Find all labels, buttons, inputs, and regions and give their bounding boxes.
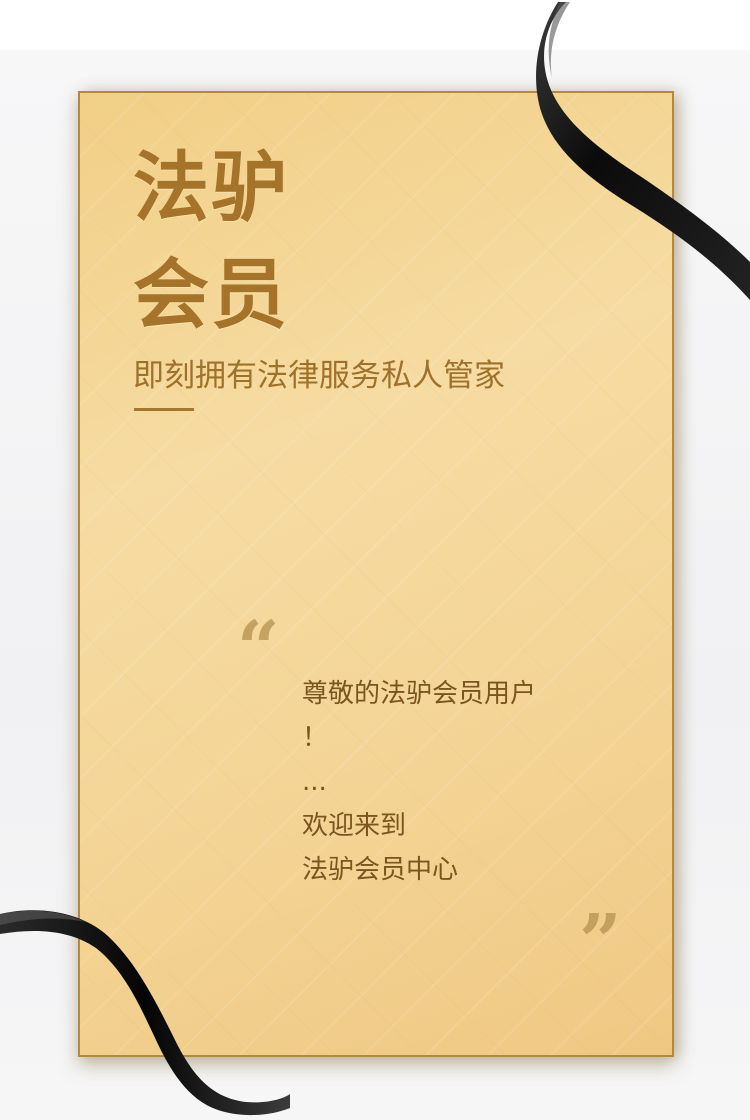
top-right-ribbon-icon [536, 2, 750, 300]
bottom-left-ribbon-icon [0, 910, 290, 1116]
ribbon-decoration [0, 2, 750, 1116]
